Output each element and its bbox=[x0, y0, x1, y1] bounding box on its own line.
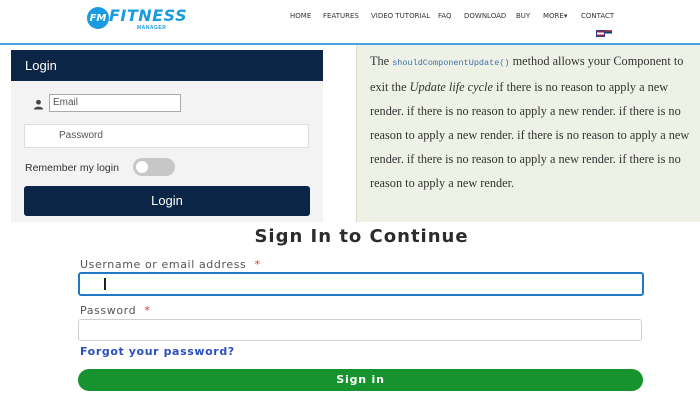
english-flag-icon[interactable] bbox=[596, 30, 605, 37]
password-label-text: Password bbox=[80, 304, 137, 317]
logo-badge: FM bbox=[87, 7, 109, 29]
email-input[interactable]: Email bbox=[49, 94, 181, 112]
serbian-flag-icon[interactable] bbox=[605, 30, 612, 35]
top-navbar: FM FITNESS MANAGER HOME FEATURES VIDEO T… bbox=[0, 0, 700, 45]
remember-login-toggle[interactable] bbox=[133, 158, 175, 176]
login-panel: Login Email Password Remember my login L… bbox=[11, 50, 323, 222]
logo-subtitle: MANAGER bbox=[137, 25, 167, 31]
remember-login-label: Remember my login bbox=[25, 162, 119, 174]
nav-contact[interactable]: CONTACT bbox=[581, 12, 614, 20]
username-label: Username or email address * bbox=[80, 258, 261, 271]
password-label: Password * bbox=[80, 304, 151, 317]
nav-download[interactable]: DOWNLOAD bbox=[464, 12, 506, 20]
documentation-text: The shouldComponentUpdate() method allow… bbox=[370, 49, 690, 195]
logo-word: FITNESS bbox=[109, 6, 188, 25]
sign-in-button[interactable]: Sign in bbox=[78, 369, 643, 391]
nav-video-tutorial[interactable]: VIDEO TUTORIAL bbox=[371, 12, 430, 20]
username-input[interactable] bbox=[78, 272, 644, 296]
nav-home[interactable]: HOME bbox=[290, 12, 311, 20]
forgot-password-link[interactable]: Forgot your password? bbox=[80, 345, 235, 358]
doc-text-rest: if there is no reason to apply a new ren… bbox=[370, 80, 690, 190]
doc-code-snippet: shouldComponentUpdate() bbox=[392, 58, 510, 68]
nav-faq[interactable]: FAQ bbox=[438, 12, 452, 20]
documentation-panel: The shouldComponentUpdate() method allow… bbox=[356, 45, 700, 222]
doc-word-the: The bbox=[370, 54, 390, 68]
login-button[interactable]: Login bbox=[24, 186, 310, 216]
login-panel-title: Login bbox=[11, 50, 323, 81]
required-asterisk: * bbox=[254, 258, 261, 271]
nav-features[interactable]: FEATURES bbox=[323, 12, 359, 20]
doc-emphasis: Update life cycle bbox=[409, 80, 493, 94]
toggle-knob bbox=[136, 161, 148, 173]
text-caret bbox=[104, 278, 106, 290]
nav-buy[interactable]: BUY bbox=[516, 12, 530, 20]
password-input[interactable]: Password bbox=[24, 124, 309, 148]
signin-password-input[interactable] bbox=[78, 319, 642, 341]
required-asterisk: * bbox=[144, 304, 151, 317]
user-icon bbox=[33, 97, 45, 110]
signin-title: Sign In to Continue bbox=[254, 226, 469, 247]
nav-more[interactable]: MORE▾ bbox=[543, 12, 567, 20]
username-label-text: Username or email address bbox=[80, 258, 247, 271]
